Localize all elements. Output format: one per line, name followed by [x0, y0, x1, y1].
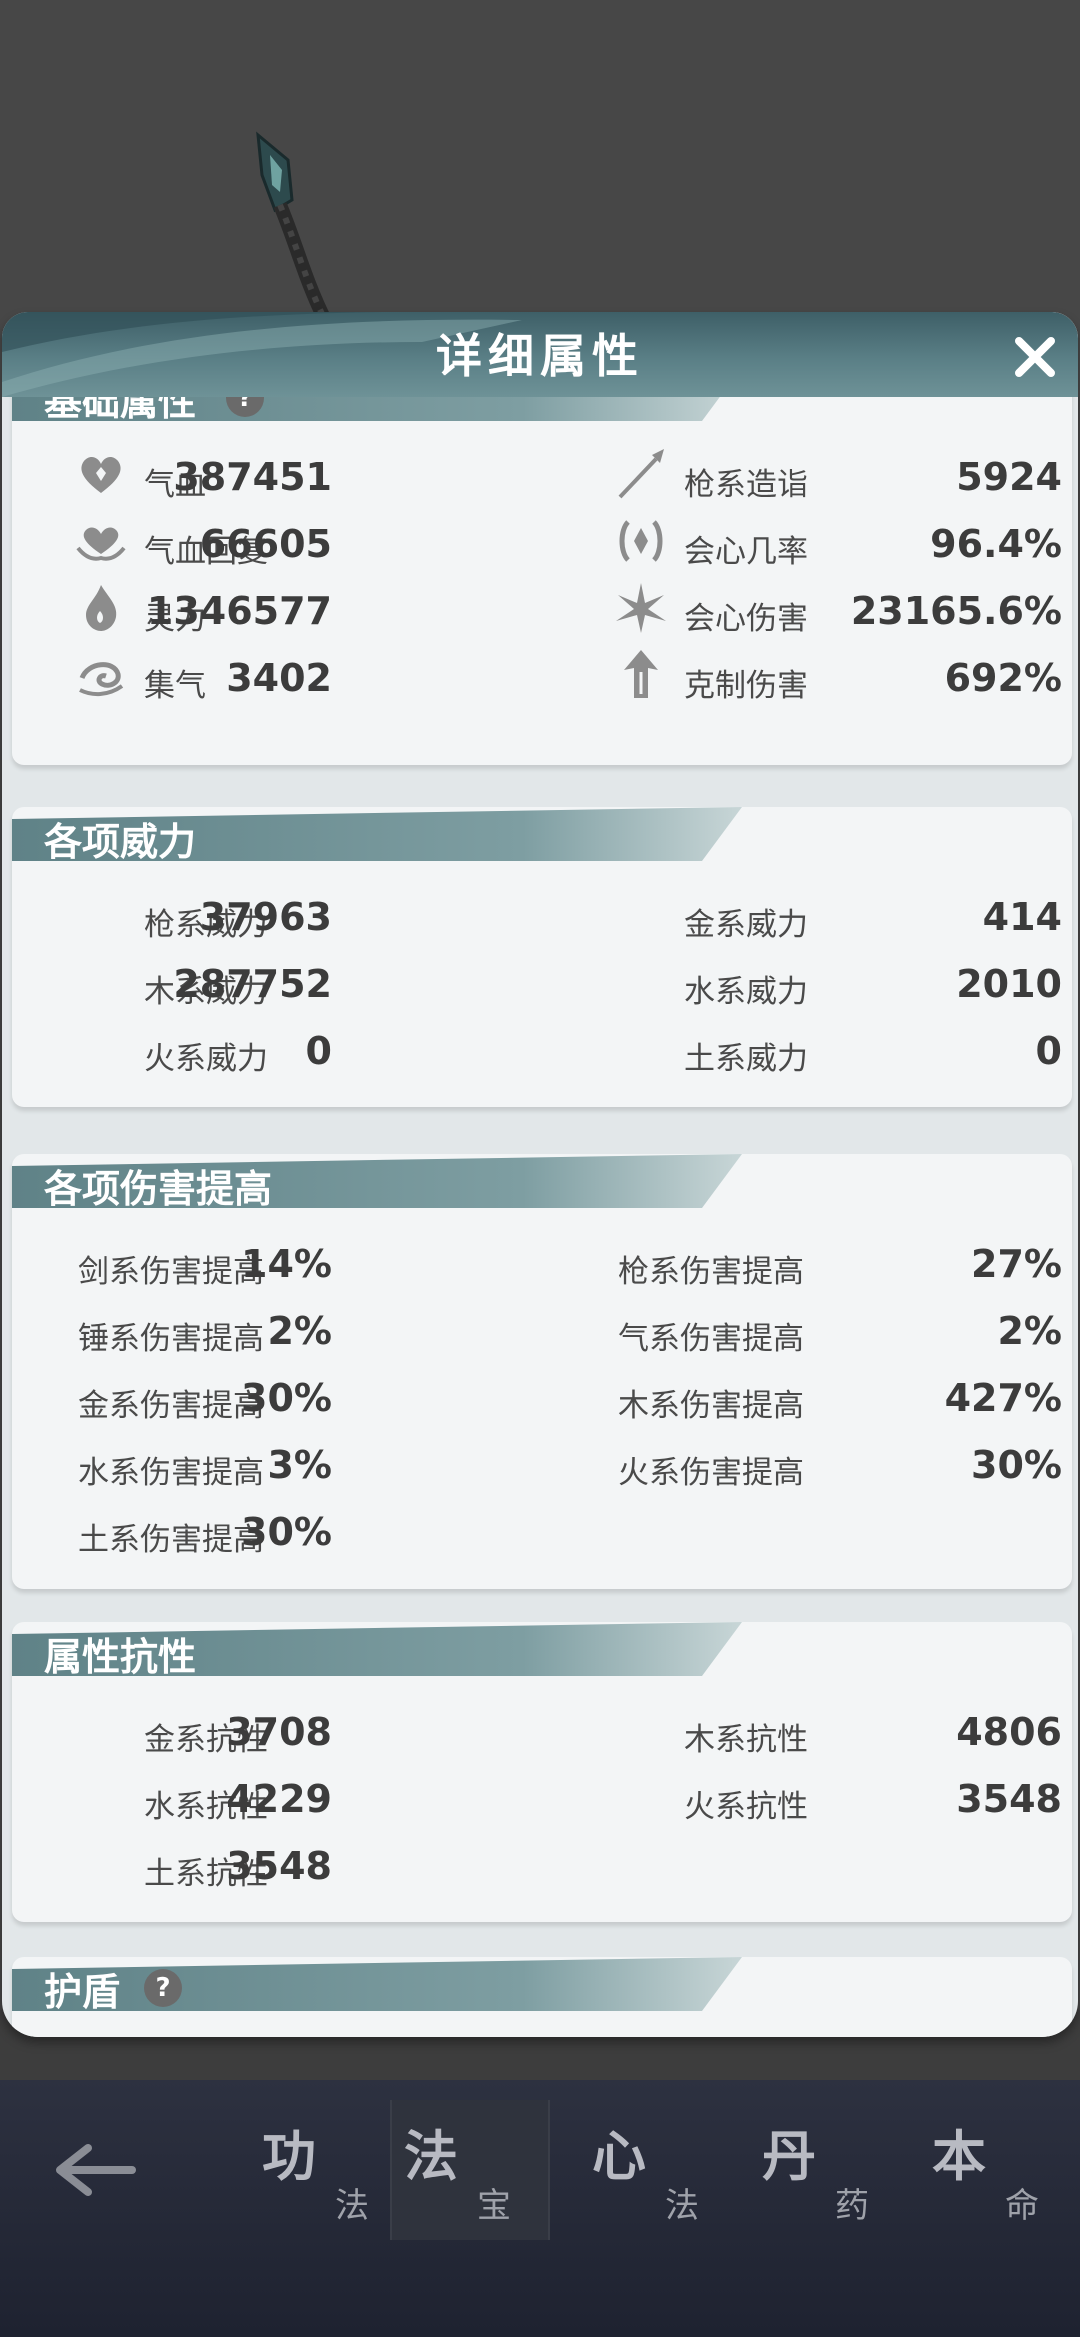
basic-attributes-panel: 基础属性 ? 气血 387451 气血回复 66605 灵力 1346577 集… [12, 397, 1072, 765]
heart-icon [81, 457, 121, 493]
help-icon[interactable]: ? [144, 1969, 182, 2007]
stat-value: 4806 [956, 1710, 1062, 1754]
stat-label: 气系伤害提高 [618, 1321, 804, 1357]
stat-value: 692% [944, 656, 1062, 700]
tab-fabao[interactable]: 法 宝 [390, 2100, 550, 2240]
tab-gongfa[interactable]: 功 法 [250, 2100, 410, 2240]
tab-danyao-main: 丹 [762, 2124, 816, 2188]
tab-benming-main: 本 [932, 2124, 986, 2188]
stat-value: 1346577 [146, 589, 332, 633]
stat-label: 集气 [144, 668, 206, 704]
stat-value: 14% [241, 1242, 332, 1286]
restrain-arrow-icon [624, 650, 658, 698]
dialog-title: 详细属性 [436, 329, 644, 383]
stat-label: 会心伤害 [684, 601, 808, 637]
stat-label: 枪系伤害提高 [618, 1254, 804, 1290]
stat-value: 30% [971, 1443, 1062, 1487]
section-title: 属性抗性 [44, 1634, 197, 1679]
tab-danyao-sub: 药 [835, 2186, 869, 2226]
stat-value: 66605 [199, 522, 332, 566]
stat-value: 3708 [226, 1710, 332, 1754]
spirit-flame-icon [86, 585, 117, 631]
stat-label: 水系威力 [684, 974, 808, 1010]
stat-label: 金系伤害提高 [78, 1388, 264, 1424]
tab-xinfa[interactable]: 心 法 [580, 2100, 740, 2240]
tab-xinfa-sub: 法 [665, 2186, 699, 2226]
stat-value: 0 [1035, 1029, 1062, 1073]
stat-label: 剑系伤害提高 [78, 1254, 264, 1290]
section-header: 基础属性 ? [12, 397, 742, 424]
stat-value: 5924 [956, 455, 1062, 499]
stat-value: 3548 [956, 1777, 1062, 1821]
detail-attributes-dialog: 详细属性 基础属性 ? 气血 387451 气血回复 66605 灵力 1346… [2, 312, 1078, 2037]
stat-value: 3548 [226, 1844, 332, 1888]
stat-label: 土系威力 [684, 1041, 808, 1077]
stat-label: 木系伤害提高 [618, 1388, 804, 1424]
stat-label: 水系伤害提高 [78, 1455, 264, 1491]
dialog-header: 详细属性 [2, 312, 1078, 397]
swirl-icon [79, 662, 124, 697]
tab-fabao-sub: 宝 [477, 2186, 511, 2226]
stat-value: 23165.6% [850, 589, 1062, 633]
stat-label: 土系伤害提高 [78, 1522, 264, 1558]
section-header: 各项威力 [12, 807, 742, 864]
stat-label: 火系伤害提高 [618, 1455, 804, 1491]
stat-label: 克制伤害 [684, 668, 808, 704]
section-title: 护盾 [44, 1969, 121, 2014]
stat-value: 30% [241, 1376, 332, 1420]
stat-label: 火系威力 [144, 1041, 268, 1077]
stat-value: 37963 [199, 895, 332, 939]
power-panel: 各项威力 枪系威力 37963 木系威力 287752 火系威力 0 金系威力 … [12, 807, 1072, 1107]
tab-benming-sub: 命 [1005, 2186, 1039, 2226]
section-header: 属性抗性 [12, 1622, 742, 1679]
close-icon[interactable] [1010, 332, 1060, 382]
heart-regen-icon [76, 527, 126, 561]
resistance-panel: 属性抗性 金系抗性 3708 水系抗性 4229 土系抗性 3548 木系抗性 … [12, 1622, 1072, 1922]
stat-value: 27% [971, 1242, 1062, 1286]
stat-value: 287752 [173, 962, 332, 1006]
stat-value: 414 [982, 895, 1062, 939]
stat-label: 火系抗性 [684, 1789, 808, 1825]
tab-danyao[interactable]: 丹 药 [750, 2100, 910, 2240]
section-title: 各项伤害提高 [44, 1166, 273, 1211]
back-arrow-icon[interactable] [48, 2140, 138, 2200]
stat-value: 30% [241, 1510, 332, 1554]
tab-gongfa-sub: 法 [335, 2186, 369, 2226]
section-title: 各项威力 [44, 819, 197, 864]
attributes-scroll[interactable]: 基础属性 ? 气血 387451 气血回复 66605 灵力 1346577 集… [2, 397, 1078, 2037]
section-title: 基础属性 [44, 397, 197, 424]
stat-value: 427% [944, 1376, 1062, 1420]
stat-value: 3% [267, 1443, 332, 1487]
stat-label: 枪系造诣 [684, 467, 808, 503]
tab-gongfa-main: 功 [262, 2124, 316, 2188]
section-header: 各项伤害提高 [12, 1154, 742, 1211]
tab-fabao-main: 法 [404, 2124, 458, 2188]
stat-value: 387451 [173, 455, 332, 499]
crit-damage-icon [616, 583, 666, 633]
stat-value: 3402 [226, 656, 332, 700]
damage-boost-panel: 各项伤害提高 剑系伤害提高 14% 锤系伤害提高 2% 金系伤害提高 30% 水… [12, 1154, 1072, 1589]
stat-label: 锤系伤害提高 [78, 1321, 264, 1357]
tab-xinfa-main: 心 [592, 2124, 646, 2188]
section-header: 护盾 ? [12, 1957, 742, 2014]
stat-value: 2% [267, 1309, 332, 1353]
spear-icon [618, 449, 664, 499]
stat-label: 会心几率 [684, 534, 808, 570]
tab-benming[interactable]: 本 命 [920, 2100, 1080, 2240]
stat-label: 金系威力 [684, 907, 808, 943]
shield-panel: 护盾 ? [12, 1957, 1072, 2037]
stat-value: 0 [305, 1029, 332, 1073]
stat-value: 2% [997, 1309, 1062, 1353]
stat-value: 4229 [226, 1777, 332, 1821]
stat-label: 木系抗性 [684, 1722, 808, 1758]
crit-rate-icon [619, 520, 663, 562]
stat-value: 2010 [956, 962, 1062, 1006]
stat-value: 96.4% [930, 522, 1062, 566]
